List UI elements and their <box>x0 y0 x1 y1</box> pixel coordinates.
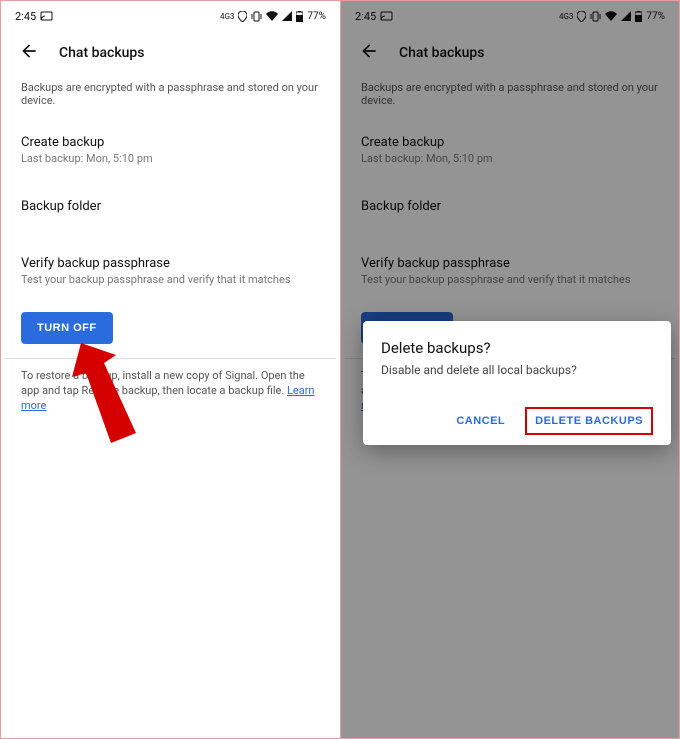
status-bar: 2:45 4G3 77% <box>5 5 336 27</box>
backup-folder-title: Backup folder <box>21 199 320 214</box>
clock: 2:45 <box>15 10 36 23</box>
backup-folder-item[interactable]: Backup folder <box>5 189 336 232</box>
delete-backups-button[interactable]: DELETE BACKUPS <box>525 407 653 435</box>
create-backup-subtitle: Last backup: Mon, 5:10 pm <box>21 152 320 165</box>
wifi-icon <box>266 11 278 21</box>
location-icon <box>238 11 247 22</box>
signal-icon <box>282 11 292 21</box>
backup-description: Backups are encrypted with a passphrase … <box>5 75 336 125</box>
restore-note: To restore a backup, install a new copy … <box>5 359 336 424</box>
dialog-title: Delete backups? <box>381 339 653 357</box>
verify-passphrase-title: Verify backup passphrase <box>21 256 320 271</box>
vibrate-icon <box>251 11 262 22</box>
network-label: 4G3 <box>220 12 234 21</box>
back-arrow-icon[interactable] <box>19 41 39 65</box>
restore-note-text: To restore a backup, install a new copy … <box>21 369 305 397</box>
delete-backups-dialog: Delete backups? Disable and delete all l… <box>363 321 671 445</box>
dialog-message: Disable and delete all local backups? <box>381 363 653 377</box>
verify-passphrase-subtitle: Test your backup passphrase and verify t… <box>21 273 320 286</box>
battery-percent: 77% <box>307 11 326 22</box>
cancel-button[interactable]: CANCEL <box>450 407 511 435</box>
verify-passphrase-item[interactable]: Verify backup passphrase Test your backu… <box>5 246 336 304</box>
turn-off-button[interactable]: TURN OFF <box>21 312 113 344</box>
battery-icon <box>296 11 303 22</box>
page-title: Chat backups <box>59 45 145 61</box>
create-backup-title: Create backup <box>21 135 320 150</box>
create-backup-item[interactable]: Create backup Last backup: Mon, 5:10 pm <box>5 125 336 183</box>
app-bar: Chat backups <box>5 27 336 75</box>
cast-icon <box>40 11 53 22</box>
